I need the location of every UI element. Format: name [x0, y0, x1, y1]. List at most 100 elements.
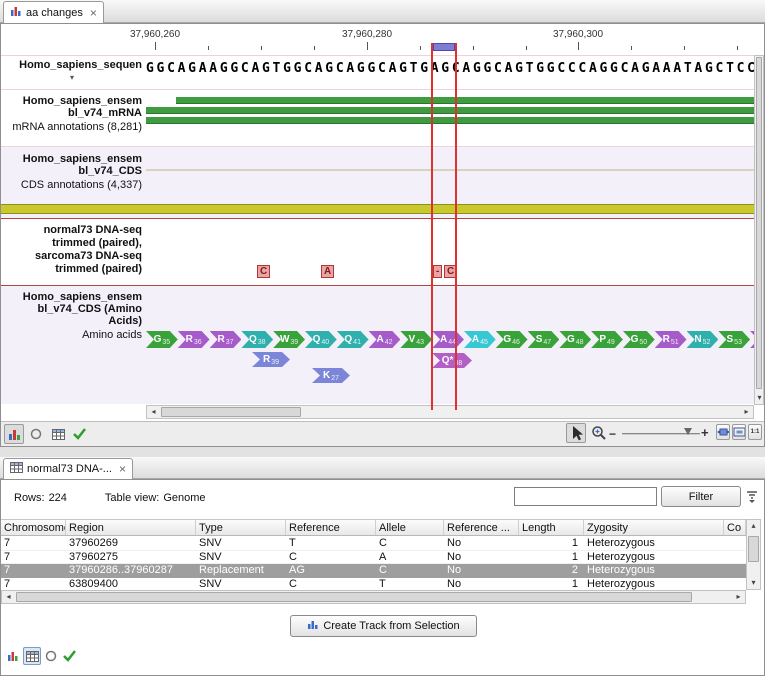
- mrna-annotation-bar[interactable]: [176, 97, 754, 104]
- track-horizontal-scrollbar[interactable]: ◂ ▸: [146, 405, 754, 419]
- amino-acid-arrow[interactable]: A45: [464, 331, 496, 348]
- table-column-header[interactable]: Chromosome: [1, 520, 66, 535]
- scroll-right-icon[interactable]: ▸: [732, 591, 745, 603]
- amino-acid-arrow[interactable]: Q41: [337, 331, 369, 348]
- cds-annotation-bar[interactable]: [1, 204, 764, 214]
- amino-acid-arrow[interactable]: P49: [591, 331, 623, 348]
- create-track-button[interactable]: Create Track from Selection: [290, 615, 477, 637]
- table-column-header[interactable]: Region: [66, 520, 196, 535]
- scrollbar-thumb[interactable]: [756, 57, 762, 389]
- scroll-right-icon[interactable]: ▸: [740, 406, 753, 418]
- table-column-header[interactable]: Reference: [286, 520, 376, 535]
- filter-input[interactable]: [514, 487, 657, 506]
- amino-acid-arrow[interactable]: A44: [432, 331, 464, 348]
- scrollbar-thumb[interactable]: [748, 536, 759, 562]
- table-view-button[interactable]: [23, 647, 41, 665]
- amino-acid-letter: G: [567, 335, 575, 345]
- table-vertical-scrollbar[interactable]: ▴ ▾: [746, 519, 761, 590]
- scrollbar-thumb[interactable]: [16, 592, 692, 602]
- tab-close-icon[interactable]: ×: [119, 464, 126, 474]
- amino-track-label[interactable]: bl_v74_CDS (Amino: [2, 303, 142, 315]
- table-cell: 7: [1, 551, 66, 564]
- table-row[interactable]: 737960269SNVTCNo1Heterozygous: [1, 537, 746, 551]
- amino-acid-arrow[interactable]: V43: [400, 331, 432, 348]
- scroll-down-icon[interactable]: ▾: [753, 392, 765, 404]
- zoom-1to1-button[interactable]: 1:1: [748, 424, 762, 440]
- variant-call[interactable]: A: [321, 265, 334, 278]
- cds-track-label[interactable]: Homo_sapiens_ensem: [2, 153, 142, 165]
- table-column-header[interactable]: Type: [196, 520, 286, 535]
- filter-button[interactable]: Filter: [661, 486, 741, 507]
- table-column-header[interactable]: Co: [724, 520, 746, 535]
- mrna-track-label[interactable]: bl_v74_mRNA: [2, 107, 142, 119]
- advanced-filter-icon[interactable]: [745, 489, 759, 506]
- table-horizontal-scrollbar[interactable]: ◂ ▸: [1, 590, 746, 604]
- variant-track-label[interactable]: sarcoma73 DNA-seq: [2, 250, 142, 262]
- table-row[interactable]: 763809400SNVCTNo1Heterozygous: [1, 578, 746, 591]
- amino-acid-arrow[interactable]: Q40: [305, 331, 337, 348]
- amino-acid-arrow[interactable]: S53: [718, 331, 750, 348]
- zoom-out-icon[interactable]: −: [609, 427, 616, 441]
- amino-acid-arrow[interactable]: G35: [146, 331, 178, 348]
- scrollbar-thumb[interactable]: [161, 407, 301, 417]
- tab-variant-table[interactable]: normal73 DNA-... ×: [3, 458, 133, 479]
- amino-acid-arrow[interactable]: Q38: [241, 331, 273, 348]
- edit-check-button[interactable]: [70, 424, 90, 444]
- amino-acid-letter: A: [472, 335, 479, 345]
- sequence-track-label[interactable]: Homo_sapiens_sequen: [2, 59, 142, 71]
- zoom-in-tool-button[interactable]: [589, 423, 609, 443]
- mrna-track-label[interactable]: Homo_sapiens_ensem: [2, 95, 142, 107]
- amino-acid-arrow[interactable]: G50: [623, 331, 655, 348]
- mrna-annotation-bar[interactable]: [146, 117, 754, 124]
- variant-call[interactable]: -: [433, 265, 442, 278]
- mrna-annotation-bar[interactable]: [146, 107, 754, 114]
- edit-check-button[interactable]: [61, 647, 79, 665]
- selection-marker[interactable]: [433, 43, 455, 51]
- zoom-slider-handle[interactable]: [684, 428, 692, 435]
- table-column-header[interactable]: Zygosity: [584, 520, 724, 535]
- circle-view-button[interactable]: [26, 424, 46, 444]
- amino-acid-letter: G: [631, 335, 639, 345]
- table-column-header[interactable]: Reference ...: [444, 520, 519, 535]
- scroll-left-icon[interactable]: ◂: [2, 591, 15, 603]
- amino-acid-arrow[interactable]: R37: [210, 331, 242, 348]
- amino-acid-arrow[interactable]: G48: [559, 331, 591, 348]
- table-column-header[interactable]: Allele: [376, 520, 444, 535]
- table-row[interactable]: 737960275SNVCANo1Heterozygous: [1, 551, 746, 565]
- variant-track-label[interactable]: trimmed (paired),: [2, 237, 142, 249]
- zoom-fit-all-button[interactable]: [732, 424, 746, 440]
- amino-acid-number: 39: [271, 359, 279, 366]
- chevron-down-icon[interactable]: ▾: [2, 73, 142, 82]
- amino-track-label[interactable]: Acids): [2, 315, 142, 327]
- table-row[interactable]: 737960286..37960287ReplacementAGCNo2Hete…: [1, 564, 746, 578]
- amino-track-label[interactable]: Homo_sapiens_ensem: [2, 291, 142, 303]
- selection-cursor-button[interactable]: [566, 423, 586, 443]
- table-column-header[interactable]: Length: [519, 520, 584, 535]
- amino-acid-arrow[interactable]: A42: [369, 331, 401, 348]
- scroll-left-icon[interactable]: ◂: [147, 406, 160, 418]
- amino-acid-arrow[interactable]: R36: [178, 331, 210, 348]
- amino-acid-arrow[interactable]: W39: [273, 331, 305, 348]
- variant-track-label[interactable]: normal73 DNA-seq: [2, 224, 142, 236]
- variant-call[interactable]: C: [257, 265, 270, 278]
- track-layout-view-button[interactable]: [4, 647, 22, 665]
- cds-track-label[interactable]: bl_v74_CDS: [2, 165, 142, 177]
- amino-acid-arrow[interactable]: N52: [687, 331, 719, 348]
- amino-acid-arrow[interactable]: S47: [528, 331, 560, 348]
- scroll-up-icon[interactable]: ▴: [747, 520, 760, 532]
- amino-acid-arrow[interactable]: R51: [655, 331, 687, 348]
- zoom-fit-selection-button[interactable]: [716, 424, 730, 440]
- zoom-in-icon[interactable]: +: [701, 425, 709, 440]
- variant-call[interactable]: C: [444, 265, 457, 278]
- track-layout-view-button[interactable]: [4, 424, 24, 444]
- amino-acid-letter: G: [154, 335, 162, 345]
- table-view-button[interactable]: [48, 424, 68, 444]
- scroll-down-icon[interactable]: ▾: [747, 577, 760, 589]
- circle-view-button[interactable]: [42, 647, 60, 665]
- amino-acid-arrow[interactable]: G46: [496, 331, 528, 348]
- track-separator: [1, 285, 764, 286]
- tab-aa-changes[interactable]: aa changes ×: [3, 1, 104, 23]
- variant-track-label[interactable]: trimmed (paired): [2, 263, 142, 275]
- tab-close-icon[interactable]: ×: [90, 8, 97, 18]
- track-vertical-scrollbar[interactable]: ▾: [754, 55, 764, 405]
